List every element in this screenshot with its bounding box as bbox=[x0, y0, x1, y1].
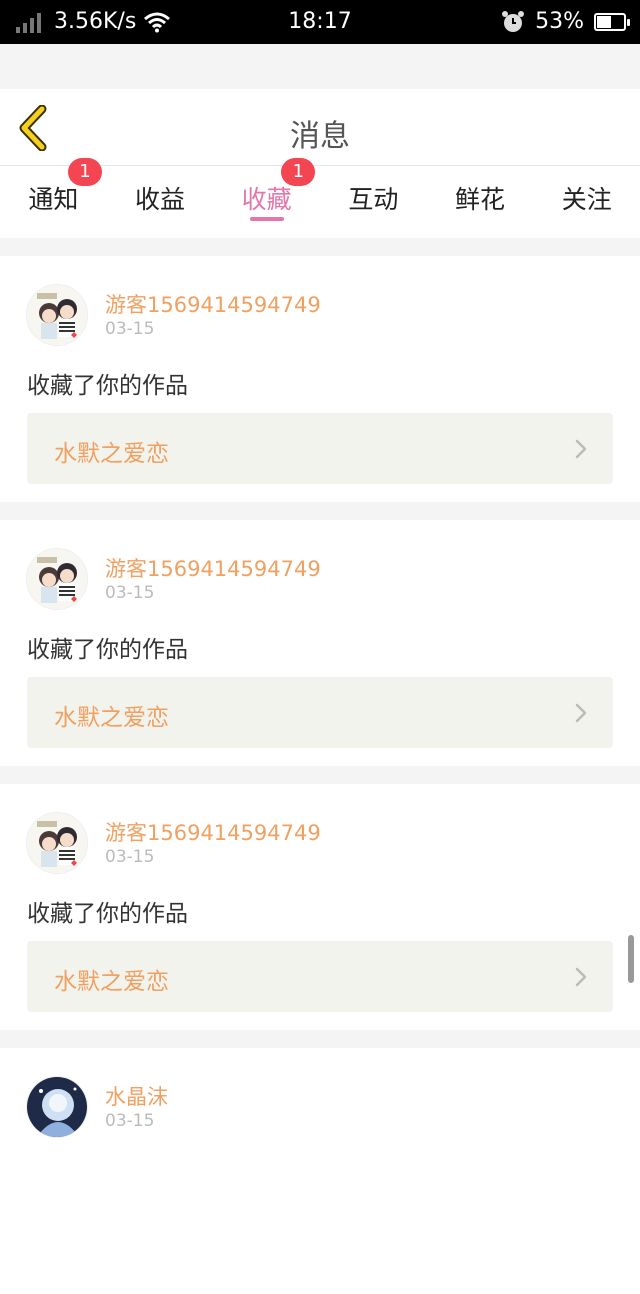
chevron-right-icon bbox=[575, 967, 587, 987]
work-title: 水默之爱恋 bbox=[54, 441, 169, 467]
username[interactable]: 水晶沫 bbox=[105, 1081, 168, 1111]
message-date: 03-15 bbox=[105, 1111, 155, 1131]
work-link[interactable]: 水默之爱恋 bbox=[27, 677, 613, 748]
nav-bar: 消息 bbox=[0, 89, 640, 166]
tab-label: 互动 bbox=[348, 185, 399, 214]
battery-percent: 53% bbox=[535, 9, 584, 34]
tab-label: 关注 bbox=[561, 185, 612, 214]
tab-bar: 通知 1 收益 收藏 1 互动 鲜花 关注 bbox=[0, 158, 640, 238]
tab-label: 收藏 bbox=[241, 185, 292, 214]
status-bar: 3.56K/s 18:17 53% bbox=[0, 0, 640, 44]
username[interactable]: 游客1569414594749 bbox=[105, 553, 321, 583]
work-title: 水默之爱恋 bbox=[54, 705, 169, 731]
message-card: 游客1569414594749 03-15 收藏了你的作品水默之爱恋 bbox=[0, 256, 640, 502]
message-card: 游客1569414594749 03-15 收藏了你的作品水默之爱恋 bbox=[0, 784, 640, 1030]
tab-follows[interactable]: 关注 bbox=[533, 166, 640, 238]
action-text: 收藏了你的作品 bbox=[27, 901, 188, 927]
message-date: 03-15 bbox=[105, 583, 155, 603]
battery-icon bbox=[594, 12, 630, 31]
action-text: 收藏了你的作品 bbox=[27, 637, 188, 663]
status-right: 53% bbox=[501, 9, 630, 34]
work-title: 水默之爱恋 bbox=[54, 969, 169, 995]
tab-flowers[interactable]: 鲜花 bbox=[427, 166, 534, 238]
unread-badge: 1 bbox=[281, 158, 316, 186]
page-title: 消息 bbox=[290, 119, 350, 154]
top-spacer bbox=[0, 44, 640, 89]
alarm-icon bbox=[502, 10, 525, 32]
active-tab-indicator bbox=[249, 217, 284, 221]
message-card: 水晶沫 03-15 bbox=[0, 1048, 640, 1294]
battery-fill bbox=[597, 15, 611, 28]
avatar[interactable] bbox=[26, 548, 88, 610]
tab-label: 收益 bbox=[135, 185, 186, 214]
message-date: 03-15 bbox=[105, 847, 155, 867]
tab-label: 通知 bbox=[28, 185, 79, 214]
username[interactable]: 游客1569414594749 bbox=[105, 817, 321, 847]
avatar[interactable] bbox=[26, 1076, 88, 1138]
tab-favorites[interactable]: 收藏 1 bbox=[213, 158, 320, 238]
action-text: 收藏了你的作品 bbox=[27, 373, 188, 399]
work-link[interactable]: 水默之爱恋 bbox=[27, 941, 613, 1012]
work-link[interactable]: 水默之爱恋 bbox=[27, 413, 613, 484]
username[interactable]: 游客1569414594749 bbox=[105, 289, 321, 319]
avatar[interactable] bbox=[26, 284, 88, 346]
chevron-right-icon bbox=[575, 439, 587, 459]
tab-label: 鲜花 bbox=[455, 185, 506, 214]
scrollbar-thumb[interactable] bbox=[628, 935, 634, 983]
message-date: 03-15 bbox=[105, 319, 155, 339]
chevron-right-icon bbox=[575, 703, 587, 723]
tab-notifications[interactable]: 通知 1 bbox=[0, 158, 107, 238]
avatar[interactable] bbox=[26, 812, 88, 874]
tab-earnings[interactable]: 收益 bbox=[107, 166, 214, 238]
message-card: 游客1569414594749 03-15 收藏了你的作品水默之爱恋 bbox=[0, 520, 640, 766]
unread-badge: 1 bbox=[68, 158, 102, 186]
tab-interactions[interactable]: 互动 bbox=[320, 166, 427, 238]
